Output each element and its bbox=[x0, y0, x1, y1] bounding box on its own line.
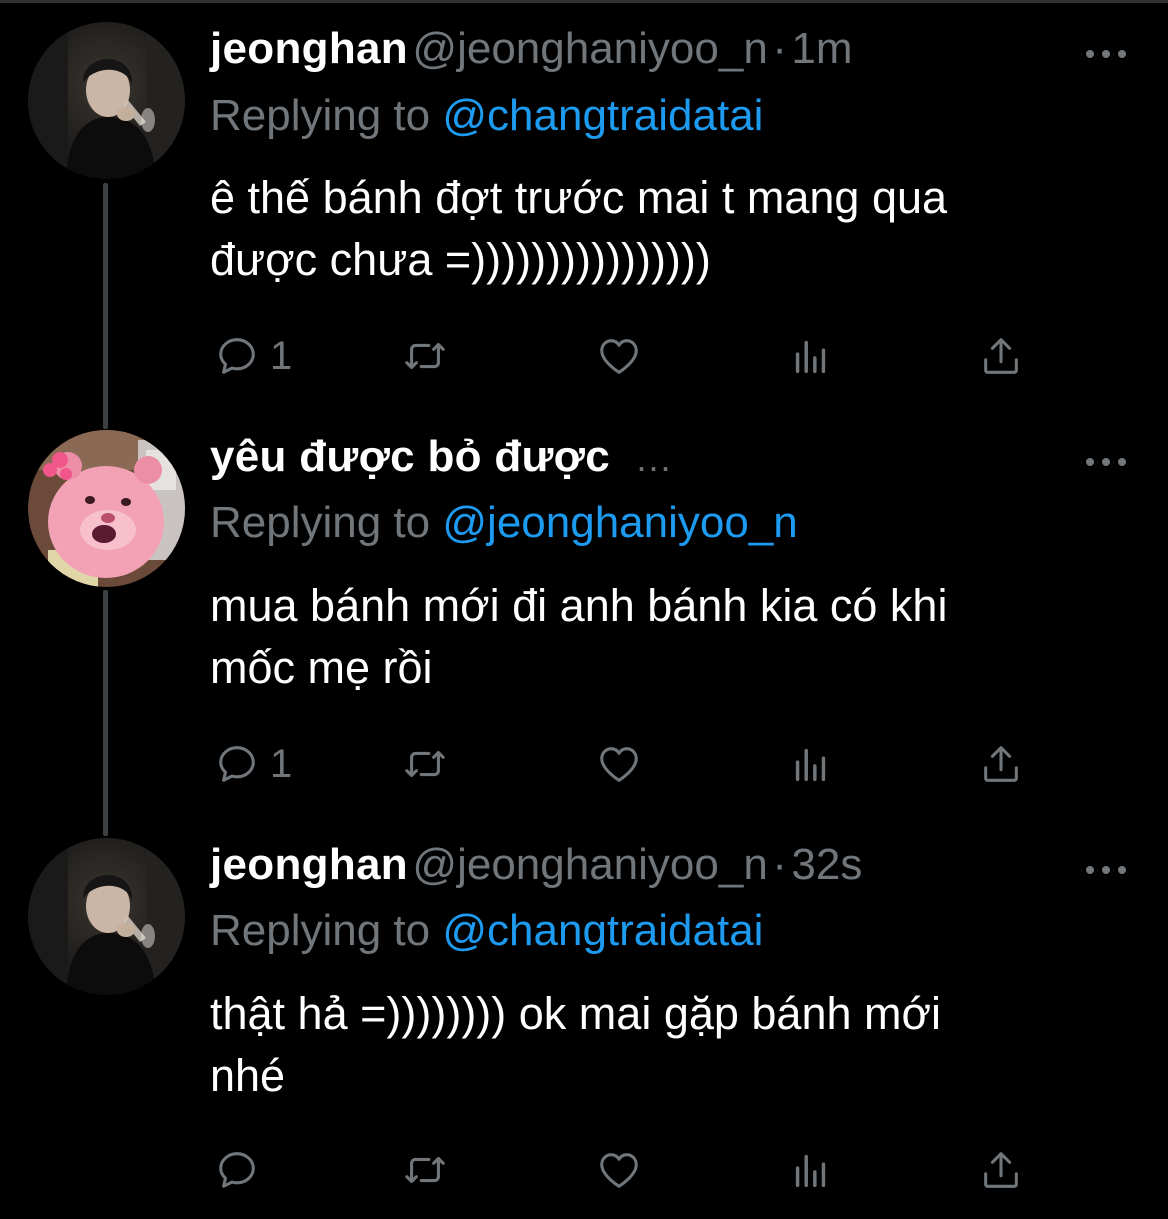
reply-icon bbox=[219, 746, 255, 782]
handle[interactable]: @jeonghaniyoo_n bbox=[412, 840, 767, 889]
share-icon bbox=[984, 338, 1018, 374]
reply-count: 1 bbox=[270, 333, 293, 378]
separator-dot: · bbox=[772, 24, 787, 73]
share-button[interactable] bbox=[978, 739, 1024, 789]
like-button[interactable] bbox=[596, 739, 642, 789]
more-icon[interactable] bbox=[1086, 454, 1126, 470]
mention-link[interactable]: @changtraidatai bbox=[442, 91, 763, 140]
reply-icon bbox=[219, 338, 255, 374]
tweet-header: jeonghan @jeonghaniyoo_n · 1m bbox=[210, 24, 853, 84]
like-button[interactable] bbox=[596, 331, 642, 381]
views-button[interactable] bbox=[788, 739, 834, 789]
like-button[interactable] bbox=[596, 1145, 642, 1195]
views-icon bbox=[795, 748, 826, 782]
share-button[interactable] bbox=[978, 1145, 1024, 1195]
tweet-text-line: mua bánh mới đi anh bánh kia có khi bbox=[210, 580, 948, 631]
action-bar bbox=[210, 1145, 1040, 1195]
timestamp[interactable]: 32s bbox=[791, 840, 862, 889]
more-icon[interactable] bbox=[1086, 46, 1126, 62]
tweet-text-line: được chưa =)))))))))))))))) bbox=[210, 234, 711, 285]
retweet-button[interactable] bbox=[402, 739, 448, 789]
reply-button[interactable]: 1 bbox=[214, 739, 292, 789]
separator-dot: · bbox=[772, 840, 787, 889]
views-icon bbox=[795, 340, 826, 374]
reply-button[interactable]: 1 bbox=[214, 331, 292, 381]
share-button[interactable] bbox=[978, 331, 1024, 381]
like-icon bbox=[600, 339, 638, 374]
timestamp[interactable]: 1m bbox=[791, 24, 852, 73]
tweet-header: yêu được bỏ được ... bbox=[210, 432, 673, 492]
reply-button[interactable] bbox=[214, 1145, 270, 1195]
person-avatar[interactable] bbox=[28, 838, 185, 995]
views-button[interactable] bbox=[788, 331, 834, 381]
views-button[interactable] bbox=[788, 1145, 834, 1195]
share-icon bbox=[984, 1152, 1018, 1188]
display-name[interactable]: yêu được bỏ được bbox=[210, 432, 610, 481]
action-bar: 1 bbox=[210, 331, 1040, 381]
display-name[interactable]: jeonghan bbox=[210, 24, 408, 73]
person-avatar[interactable] bbox=[28, 22, 185, 179]
tweet-text: mua bánh mới đi anh bánh kia có khi mốc … bbox=[210, 575, 1110, 699]
handle[interactable]: @jeonghaniyoo_n bbox=[412, 24, 767, 73]
action-bar: 1 bbox=[210, 739, 1040, 789]
reply-count: 1 bbox=[270, 741, 293, 786]
name-truncation: ... bbox=[636, 438, 673, 479]
replying-prefix: Replying to bbox=[210, 498, 431, 547]
replying-prefix: Replying to bbox=[210, 906, 431, 955]
thread-connector bbox=[103, 183, 108, 429]
tweet-text-line: mốc mẹ rồi bbox=[210, 642, 433, 693]
top-divider bbox=[0, 0, 1168, 3]
reply-icon bbox=[219, 1152, 255, 1188]
share-icon bbox=[984, 746, 1018, 782]
retweet-button[interactable] bbox=[402, 1145, 448, 1195]
tweet-text-line: ê thế bánh đợt trước mai t mang qua bbox=[210, 172, 948, 223]
replying-to: Replying to @changtraidatai bbox=[210, 906, 763, 956]
mention-link[interactable]: @jeonghaniyoo_n bbox=[442, 498, 797, 547]
more-icon[interactable] bbox=[1086, 862, 1126, 878]
tweet-header: jeonghan @jeonghaniyoo_n · 32s bbox=[210, 840, 862, 900]
retweet-icon bbox=[405, 342, 445, 370]
tweet-text-line: thật hả =)))))))) ok mai gặp bánh mới bbox=[210, 988, 942, 1039]
replying-to: Replying to @changtraidatai bbox=[210, 91, 763, 141]
thread-connector bbox=[103, 590, 108, 836]
views-icon bbox=[795, 1154, 826, 1188]
pink-bear-avatar[interactable] bbox=[28, 430, 185, 587]
replying-to: Replying to @jeonghaniyoo_n bbox=[210, 498, 798, 548]
replying-prefix: Replying to bbox=[210, 91, 431, 140]
retweet-icon bbox=[405, 1156, 445, 1184]
tweet-text: thật hả =)))))))) ok mai gặp bánh mới nh… bbox=[210, 983, 1110, 1107]
mention-link[interactable]: @changtraidatai bbox=[442, 906, 763, 955]
like-icon bbox=[600, 747, 638, 782]
display-name[interactable]: jeonghan bbox=[210, 840, 408, 889]
like-icon bbox=[600, 1153, 638, 1188]
tweet-text: ê thế bánh đợt trước mai t mang qua được… bbox=[210, 167, 1110, 291]
tweet-text-line: nhé bbox=[210, 1050, 286, 1101]
retweet-button[interactable] bbox=[402, 331, 448, 381]
retweet-icon bbox=[405, 750, 445, 778]
